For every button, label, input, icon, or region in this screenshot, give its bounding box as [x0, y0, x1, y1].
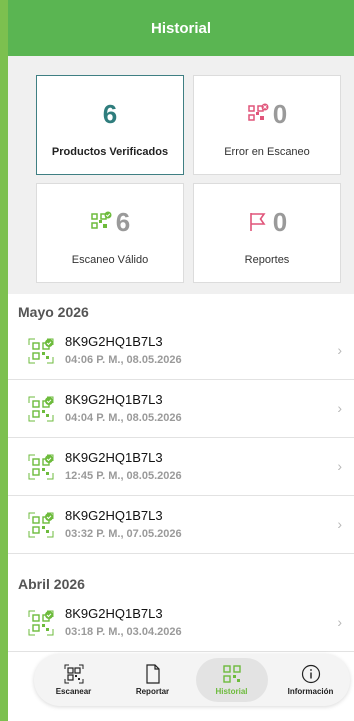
flag-icon: [247, 211, 269, 233]
qr-error-icon: [247, 103, 269, 125]
stat-card-error-escaneo[interactable]: 0 Error en Escaneo: [193, 75, 341, 175]
stat-value: 0: [272, 206, 288, 237]
chevron-right-icon: ›: [337, 342, 342, 358]
nav-escanear[interactable]: Escanear: [38, 658, 110, 702]
history-item[interactable]: 8K9G2HQ1B7L3 04:06 P. M., 08.05.2026 ›: [8, 322, 354, 380]
stat-label: Productos Verificados: [51, 146, 169, 158]
nav-reportar[interactable]: Reportar: [117, 658, 189, 702]
qr-check-icon: [28, 610, 54, 636]
section-title: Abril 2026: [18, 576, 85, 592]
qr-check-icon: [28, 454, 54, 480]
qr-check-icon: [90, 211, 112, 233]
bottom-nav: Escanear Reportar Historial Información: [34, 654, 350, 706]
page-title: Historial: [150, 19, 211, 37]
nav-historial[interactable]: Historial: [195, 658, 268, 702]
stat-card-reportes[interactable]: 0 Reportes: [193, 183, 341, 283]
chevron-right-icon: ›: [337, 458, 342, 474]
item-timestamp: 03:32 P. M., 07.05.2026: [65, 528, 182, 540]
chevron-right-icon: ›: [337, 516, 342, 532]
section-title: Mayo 2026: [18, 304, 89, 320]
item-timestamp: 04:04 P. M., 08.05.2026: [65, 412, 182, 424]
qr-check-icon: [28, 396, 54, 422]
info-icon: [301, 664, 320, 684]
stat-label: Escaneo Válido: [71, 254, 149, 266]
item-code: 8K9G2HQ1B7L3: [65, 508, 163, 523]
item-code: 8K9G2HQ1B7L3: [65, 606, 163, 621]
history-item[interactable]: 8K9G2HQ1B7L3 12:45 P. M., 08.05.2026 ›: [8, 438, 354, 496]
chevron-right-icon: ›: [337, 614, 342, 630]
stats-grid: 6 Productos Verificados 0 Error en Escan…: [8, 56, 354, 294]
app-frame: Historial 6 Productos Verificados 0 Erro…: [0, 0, 354, 721]
item-code: 8K9G2HQ1B7L3: [65, 450, 163, 465]
nav-label: Información: [287, 687, 334, 696]
item-timestamp: 12:45 P. M., 08.05.2026: [65, 470, 182, 482]
nav-label: Reportar: [135, 687, 170, 696]
stat-card-productos-verificados[interactable]: 6 Productos Verificados: [36, 75, 184, 175]
document-icon: [145, 664, 160, 684]
stat-label: Reportes: [244, 254, 290, 266]
stat-value: 6: [115, 206, 131, 237]
nav-label: Historial: [215, 687, 248, 696]
chevron-right-icon: ›: [337, 400, 342, 416]
item-timestamp: 03:18 P. M., 03.04.2026: [65, 626, 182, 638]
nav-label: Escanear: [55, 687, 92, 696]
qr-check-icon: [28, 512, 54, 538]
stat-value: 0: [272, 98, 288, 129]
item-code: 8K9G2HQ1B7L3: [65, 334, 163, 349]
item-code: 8K9G2HQ1B7L3: [65, 392, 163, 407]
app-header: Historial: [8, 0, 354, 56]
stat-card-escaneo-valido[interactable]: 6 Escaneo Válido: [36, 183, 184, 283]
qr-history-icon: [222, 665, 241, 683]
qr-check-icon: [28, 338, 54, 364]
qr-scan-icon: [64, 664, 83, 684]
item-timestamp: 04:06 P. M., 08.05.2026: [65, 354, 182, 366]
stat-value: 6: [102, 98, 118, 129]
nav-informacion[interactable]: Información: [275, 658, 347, 702]
history-item[interactable]: 8K9G2HQ1B7L3 03:18 P. M., 03.04.2026 ›: [8, 594, 354, 652]
stat-label: Error en Escaneo: [224, 146, 310, 158]
history-item[interactable]: 8K9G2HQ1B7L3 04:04 P. M., 08.05.2026 ›: [8, 380, 354, 438]
history-item[interactable]: 8K9G2HQ1B7L3 03:32 P. M., 07.05.2026 ›: [8, 496, 354, 554]
